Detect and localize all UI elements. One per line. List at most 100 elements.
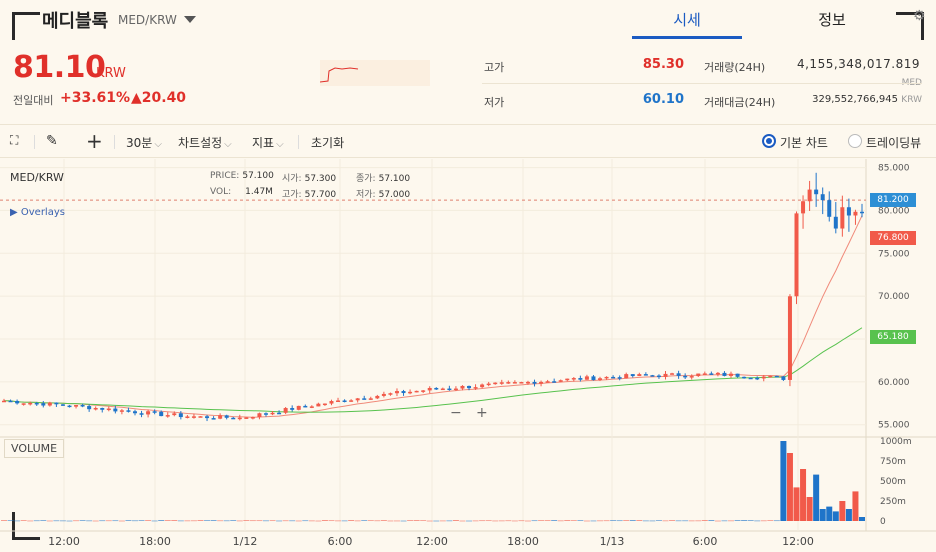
chevron-down-icon[interactable] — [184, 16, 196, 23]
interval-select[interactable]: 30분 ⌵ — [126, 134, 162, 151]
candle — [663, 373, 668, 377]
candle — [375, 395, 380, 399]
candle — [807, 189, 812, 202]
candle — [290, 408, 295, 410]
candle — [74, 405, 79, 407]
chart-area[interactable]: 85.00080.00075.00070.00065.00060.00055.0… — [0, 159, 936, 552]
stats-divider — [482, 83, 922, 84]
volume-bar — [426, 520, 433, 522]
candle — [368, 398, 373, 400]
volume-bar — [151, 520, 158, 522]
coin-name[interactable]: 메디블록 — [42, 7, 108, 33]
candle — [263, 413, 268, 415]
candle — [748, 377, 753, 380]
tradingview-radio[interactable] — [848, 134, 862, 148]
volume-bar — [393, 520, 400, 522]
fullscreen-icon[interactable]: ⛶ — [10, 133, 18, 148]
reset-button[interactable]: 초기화 — [311, 134, 344, 151]
candlestick-chart[interactable]: 85.00080.00075.00070.00065.00060.00055.0… — [0, 159, 936, 552]
candle — [676, 373, 681, 376]
candle — [139, 413, 144, 415]
x-tick-label: 1/13 — [600, 535, 625, 548]
volume-bar — [557, 520, 564, 522]
volume-bar — [518, 520, 525, 522]
candle — [650, 375, 655, 377]
volume-bar — [236, 520, 243, 522]
volume-bar — [721, 520, 728, 522]
volume-bar — [380, 520, 387, 521]
gear-icon[interactable]: ⚙ — [913, 8, 926, 24]
volume-bar — [321, 520, 328, 521]
coin-pair[interactable]: MED/KRW — [118, 13, 177, 27]
volume-bar — [1, 520, 7, 521]
candle — [316, 403, 321, 407]
low-value: 60.10 — [642, 92, 684, 107]
volume-bar — [780, 441, 787, 521]
x-tick-label: 1/12 — [233, 535, 258, 548]
change-price: ▲20.40 — [131, 90, 187, 106]
volume-bar — [341, 520, 348, 522]
toolbar-separator — [114, 135, 115, 149]
candle — [447, 388, 452, 391]
candle — [440, 388, 445, 391]
candle — [172, 413, 177, 416]
candle — [787, 296, 792, 380]
candle — [512, 382, 517, 384]
volume-bar — [125, 520, 132, 521]
tradingview-label[interactable]: 트레이딩뷰 — [866, 134, 921, 151]
candle — [840, 207, 845, 229]
indicators-button[interactable]: 지표 ⌵ — [252, 134, 284, 151]
volume-bar — [551, 520, 558, 521]
volume-bar — [747, 520, 754, 521]
volume-bar — [171, 520, 178, 521]
volume-bar — [754, 520, 761, 522]
volume-bar — [472, 520, 479, 522]
tab-market[interactable]: 시세 — [632, 9, 742, 30]
volume-bar — [118, 520, 125, 522]
volume-bar — [498, 520, 505, 522]
volume-bar — [538, 520, 545, 521]
volume-bar — [210, 520, 217, 521]
candle — [283, 408, 288, 413]
basic-chart-label[interactable]: 기본 차트 — [780, 134, 828, 151]
volume-bar — [793, 487, 800, 521]
chart-settings-button[interactable]: 차트설정 ⌵ — [178, 134, 232, 151]
volume-bar — [590, 520, 597, 522]
candle — [545, 381, 550, 383]
volume-bar — [217, 520, 224, 522]
pencil-icon[interactable]: ✎ — [46, 133, 58, 149]
volume-bar — [20, 520, 27, 521]
volume-bar — [597, 520, 604, 522]
zoom-in-button[interactable]: + — [476, 405, 488, 421]
toolbar-separator — [34, 135, 35, 149]
tab-info[interactable]: 정보 — [780, 9, 884, 30]
basic-chart-radio[interactable] — [762, 134, 776, 148]
candle — [67, 405, 72, 408]
candle — [303, 405, 308, 408]
zoom-out-button[interactable]: − — [450, 405, 462, 421]
candle — [191, 416, 196, 418]
volume-bar — [92, 520, 99, 522]
volume-bar — [682, 520, 689, 522]
volume-bar — [760, 520, 767, 522]
volume-pane-label: VOLUME — [4, 439, 65, 458]
candle — [178, 413, 183, 418]
candle — [499, 382, 504, 384]
candle — [761, 376, 766, 379]
tab-active-underline — [632, 36, 742, 39]
y-tick-label: 60.000 — [878, 378, 910, 388]
candle — [565, 378, 570, 381]
candle — [539, 381, 544, 384]
price-tag: 76.800 — [870, 230, 916, 245]
crosshair-icon[interactable]: + — [86, 129, 103, 153]
overlays-toggle[interactable]: ▶ Overlays — [10, 207, 65, 218]
volume-bar — [773, 520, 780, 522]
volume-bar — [583, 520, 590, 522]
candle — [126, 410, 131, 412]
candle — [165, 415, 170, 417]
volume-bar — [813, 474, 820, 521]
volume-bar — [800, 469, 807, 521]
volume-bar — [695, 520, 702, 522]
candle — [394, 391, 399, 394]
volume-bar — [315, 520, 322, 522]
